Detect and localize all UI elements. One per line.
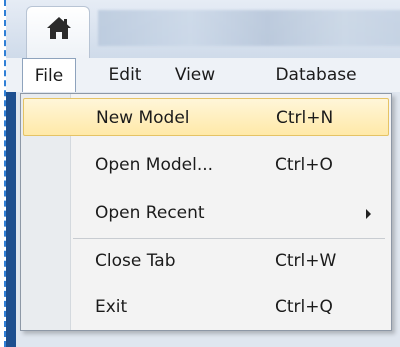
crop-boundary — [4, 0, 6, 347]
workspace-edge-strip — [6, 92, 16, 347]
menu-item-close-tab[interactable]: Close Tab Ctrl+W — [23, 242, 389, 280]
menu-item-label: Close Tab — [95, 251, 176, 271]
menu-separator — [73, 238, 385, 239]
menu-item-shortcut: Ctrl+Q — [275, 297, 333, 317]
menu-item-label: New Model — [96, 108, 190, 128]
home-button[interactable] — [26, 6, 90, 58]
file-menu-dropdown: New Model Ctrl+N Open Model... Ctrl+O Op… — [20, 93, 392, 331]
menu-view[interactable]: View — [168, 58, 222, 92]
menu-item-label: Open Model... — [95, 155, 214, 175]
ribbon-top-bar — [6, 0, 400, 58]
menu-item-new-model[interactable]: New Model Ctrl+N — [23, 98, 389, 136]
menu-edit[interactable]: Edit — [102, 58, 148, 92]
chevron-right-icon — [366, 209, 371, 219]
menu-bar: File Edit View Database — [6, 58, 400, 94]
home-icon — [47, 17, 71, 39]
menu-item-shortcut: Ctrl+W — [275, 251, 337, 271]
menu-item-label: Exit — [95, 297, 128, 317]
menu-item-open-model[interactable]: Open Model... Ctrl+O — [23, 146, 389, 184]
menu-file[interactable]: File — [22, 58, 76, 94]
menu-database[interactable]: Database — [264, 58, 368, 92]
menu-cut-off[interactable] — [390, 58, 400, 92]
menu-item-label: Open Recent — [95, 203, 205, 223]
menu-item-exit[interactable]: Exit Ctrl+Q — [23, 288, 389, 326]
menu-item-shortcut: Ctrl+O — [275, 155, 333, 175]
menu-item-open-recent[interactable]: Open Recent — [23, 194, 389, 232]
ribbon-tabs-blurred — [98, 10, 400, 46]
application-window: File Edit View Database New Model Ctrl+N… — [0, 0, 400, 347]
menu-item-shortcut: Ctrl+N — [276, 108, 334, 128]
